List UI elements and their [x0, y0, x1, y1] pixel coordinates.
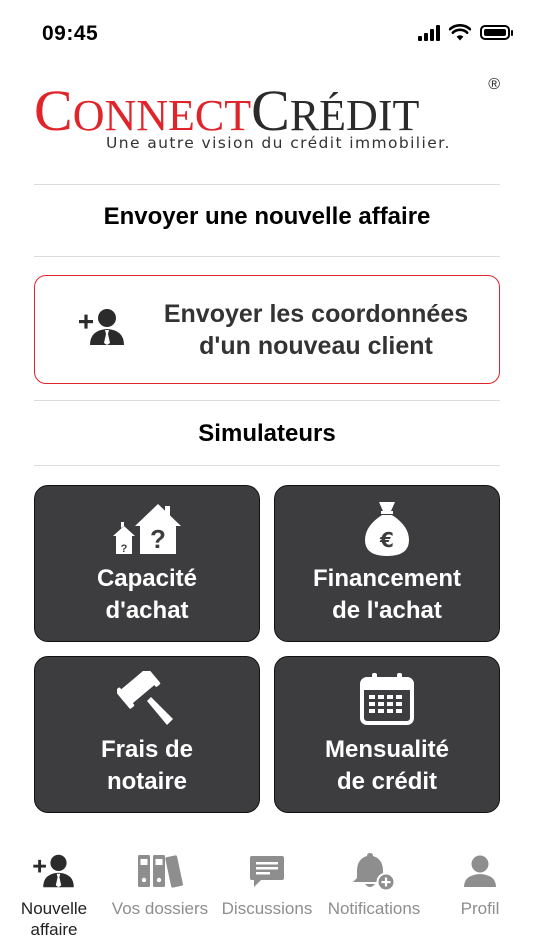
tab-label: Profil: [460, 899, 500, 918]
logo-wordmark: CONNECTCRÉDIT: [34, 78, 420, 143]
divider: [34, 184, 500, 185]
new-business-title: Envoyer une nouvelle affaire: [103, 203, 431, 230]
houses-question-icon: ? ?: [35, 500, 259, 556]
bell-plus-icon: [320, 846, 428, 896]
tab-profil[interactable]: Profil: [434, 836, 526, 919]
tile-mensualite-credit[interactable]: Mensualité de crédit: [274, 656, 500, 813]
divider: [34, 465, 500, 466]
tile-label: Frais de notaire: [100, 736, 194, 795]
tile-capacite-achat[interactable]: ? ? Capacité d'achat: [34, 485, 260, 642]
tab-discussions[interactable]: Discussions: [218, 836, 316, 919]
tab-vos-dossiers[interactable]: Vos dossiers: [106, 836, 214, 919]
battery-icon: [480, 25, 513, 40]
registered-mark: ®: [488, 76, 500, 93]
logo-tagline: Une autre vision du crédit immobilier.: [106, 134, 451, 152]
tile-financement-achat[interactable]: € Financement de l'achat: [274, 485, 500, 642]
tab-notifications[interactable]: Notifications: [320, 836, 428, 919]
status-bar: 09:45: [0, 0, 534, 62]
divider: [34, 400, 500, 401]
wifi-icon: [449, 24, 471, 41]
euro-money-bag-icon: €: [275, 498, 499, 558]
send-client-label: Envoyer les coordonnées d'un nouveau cli…: [163, 299, 469, 360]
tab-bar: Nouvelle affaire Vos dossiers Discussion…: [0, 836, 534, 950]
connect-credit-logo: CONNECTCRÉDIT ® Une autre vision du créd…: [34, 76, 504, 158]
chat-bubble-icon: [218, 846, 316, 896]
calendar-icon: [275, 671, 499, 727]
tile-label: Financement de l'achat: [312, 565, 462, 624]
tab-label: Nouvelle affaire: [20, 899, 88, 939]
tile-frais-notaire[interactable]: Frais de notaire: [34, 656, 260, 813]
add-user-icon: [8, 846, 100, 896]
divider: [34, 256, 500, 257]
tile-label: Capacité d'achat: [96, 565, 198, 624]
tab-label: Discussions: [221, 899, 313, 918]
gavel-icon: [35, 671, 259, 727]
svg-text:?: ?: [150, 524, 166, 554]
status-icons: [418, 24, 513, 41]
status-time: 09:45: [42, 22, 99, 45]
tab-label: Notifications: [327, 899, 421, 918]
tab-label: Vos dossiers: [111, 899, 209, 918]
simulators-title: Simulateurs: [198, 420, 336, 447]
user-icon: [434, 846, 526, 896]
add-user-icon: [77, 307, 147, 352]
send-new-client-button[interactable]: Envoyer les coordonnées d'un nouveau cli…: [34, 275, 500, 384]
svg-text:€: €: [379, 528, 394, 552]
tab-nouvelle-affaire[interactable]: Nouvelle affaire: [8, 836, 100, 940]
tile-label: Mensualité de crédit: [324, 736, 450, 795]
svg-text:?: ?: [121, 543, 128, 555]
cellular-signal-icon: [418, 24, 440, 41]
binders-icon: [106, 846, 214, 896]
